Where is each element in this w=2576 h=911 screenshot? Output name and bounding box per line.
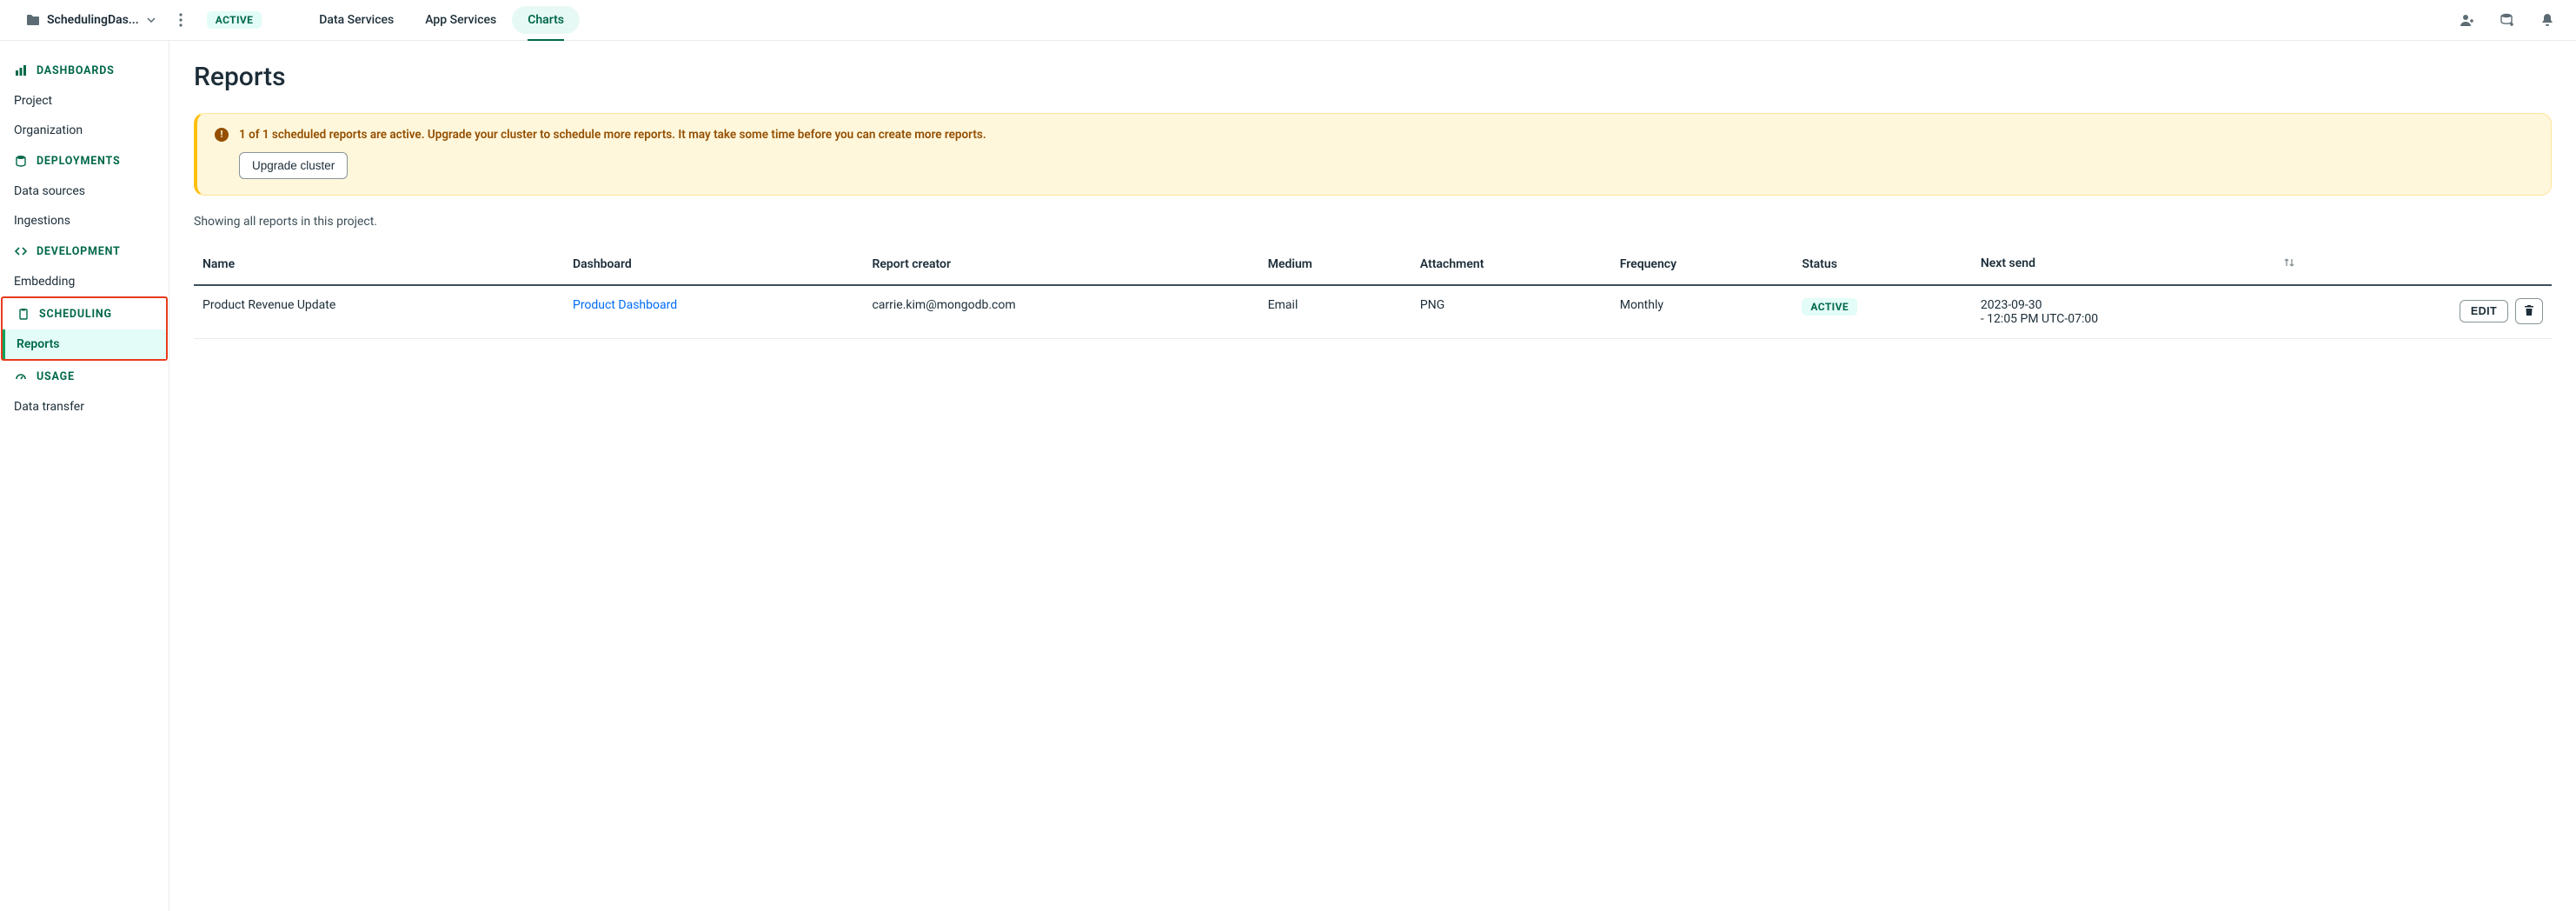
warning-icon	[215, 128, 229, 142]
col-dashboard[interactable]: Dashboard	[564, 244, 863, 285]
sidebar-section-title: DASHBOARDS	[37, 64, 115, 77]
sidebar: DASHBOARDS Project Organization DEPLOYME…	[0, 41, 169, 911]
sidebar-section-development: DEVELOPMENT	[0, 236, 169, 267]
sidebar-item-data-sources[interactable]: Data sources	[0, 176, 169, 206]
tab-app-services[interactable]: App Services	[409, 0, 512, 41]
app-header: SchedulingDas... ACTIVE Data Services Ap…	[0, 0, 2576, 41]
sidebar-item-project[interactable]: Project	[0, 86, 169, 116]
sidebar-section-dashboards: DASHBOARDS	[0, 55, 169, 86]
chevron-down-icon	[146, 15, 156, 25]
status-badge: ACTIVE	[1802, 298, 1857, 316]
main-content: Reports 1 of 1 scheduled reports are act…	[169, 41, 2576, 911]
col-attachment[interactable]: Attachment	[1411, 244, 1611, 285]
alert-text: 1 of 1 scheduled reports are active. Upg…	[239, 128, 986, 142]
sidebar-item-organization[interactable]: Organization	[0, 116, 169, 145]
project-status-badge: ACTIVE	[207, 11, 262, 29]
cell-creator: carrie.kim@mongodb.com	[863, 285, 1258, 339]
kebab-menu-icon[interactable]	[170, 10, 191, 30]
sidebar-item-embedding[interactable]: Embedding	[0, 267, 169, 296]
upgrade-alert: 1 of 1 scheduled reports are active. Upg…	[194, 113, 2552, 196]
top-tabs: Data Services App Services Charts	[303, 0, 580, 41]
dashboard-link[interactable]: Product Dashboard	[573, 298, 677, 312]
sidebar-item-reports[interactable]: Reports	[3, 329, 166, 359]
cell-attachment: PNG	[1411, 285, 1611, 339]
tab-data-services[interactable]: Data Services	[303, 0, 409, 41]
next-send-time: - 12:05 PM UTC-07:00	[1981, 312, 2295, 326]
next-send-date: 2023-09-30	[1981, 298, 2295, 312]
cell-frequency: Monthly	[1611, 285, 1794, 339]
sidebar-section-usage: USAGE	[0, 361, 169, 392]
database-icon	[14, 154, 28, 168]
sidebar-section-scheduling: SCHEDULING	[3, 298, 166, 329]
table-row: Product Revenue Update Product Dashboard…	[194, 285, 2552, 339]
cell-medium: Email	[1259, 285, 1411, 339]
col-creator[interactable]: Report creator	[863, 244, 1258, 285]
bar-chart-icon	[14, 63, 28, 77]
sidebar-section-deployments: DEPLOYMENTS	[0, 145, 169, 176]
list-subtitle: Showing all reports in this project.	[194, 215, 2552, 229]
bell-icon[interactable]	[2539, 12, 2555, 28]
sidebar-item-ingestions[interactable]: Ingestions	[0, 206, 169, 236]
code-icon	[14, 244, 28, 258]
sidebar-highlight-annotation: SCHEDULING Reports	[1, 296, 168, 361]
gauge-icon	[14, 369, 28, 383]
folder-icon	[26, 14, 40, 26]
delete-button[interactable]	[2515, 298, 2543, 324]
col-next-send-label: Next send	[1981, 256, 2035, 270]
sidebar-section-title: DEPLOYMENTS	[37, 155, 120, 168]
edit-button[interactable]: EDIT	[2460, 300, 2508, 323]
clipboard-icon	[17, 307, 30, 321]
sidebar-item-data-transfer[interactable]: Data transfer	[0, 392, 169, 422]
col-medium[interactable]: Medium	[1259, 244, 1411, 285]
sidebar-section-title: SCHEDULING	[39, 308, 112, 321]
col-frequency[interactable]: Frequency	[1611, 244, 1794, 285]
tab-charts[interactable]: Charts	[512, 6, 580, 34]
data-source-icon[interactable]	[2500, 12, 2515, 28]
sidebar-section-title: DEVELOPMENT	[37, 245, 121, 258]
project-selector[interactable]: SchedulingDas...	[26, 13, 156, 27]
trash-icon	[2523, 304, 2535, 319]
sidebar-section-title: USAGE	[37, 370, 75, 383]
header-actions	[2460, 12, 2555, 28]
upgrade-cluster-button[interactable]: Upgrade cluster	[239, 152, 348, 179]
col-next-send[interactable]: Next send	[1972, 244, 2304, 285]
page-title: Reports	[194, 62, 2552, 92]
col-actions	[2304, 244, 2552, 285]
col-name[interactable]: Name	[194, 244, 564, 285]
invite-user-icon[interactable]	[2460, 12, 2475, 28]
col-status[interactable]: Status	[1793, 244, 1971, 285]
cell-next-send: 2023-09-30 - 12:05 PM UTC-07:00	[1972, 285, 2304, 339]
project-name: SchedulingDas...	[47, 13, 139, 27]
sort-icon[interactable]	[2283, 256, 2295, 272]
cell-name: Product Revenue Update	[194, 285, 564, 339]
reports-table: Name Dashboard Report creator Medium Att…	[194, 244, 2552, 339]
